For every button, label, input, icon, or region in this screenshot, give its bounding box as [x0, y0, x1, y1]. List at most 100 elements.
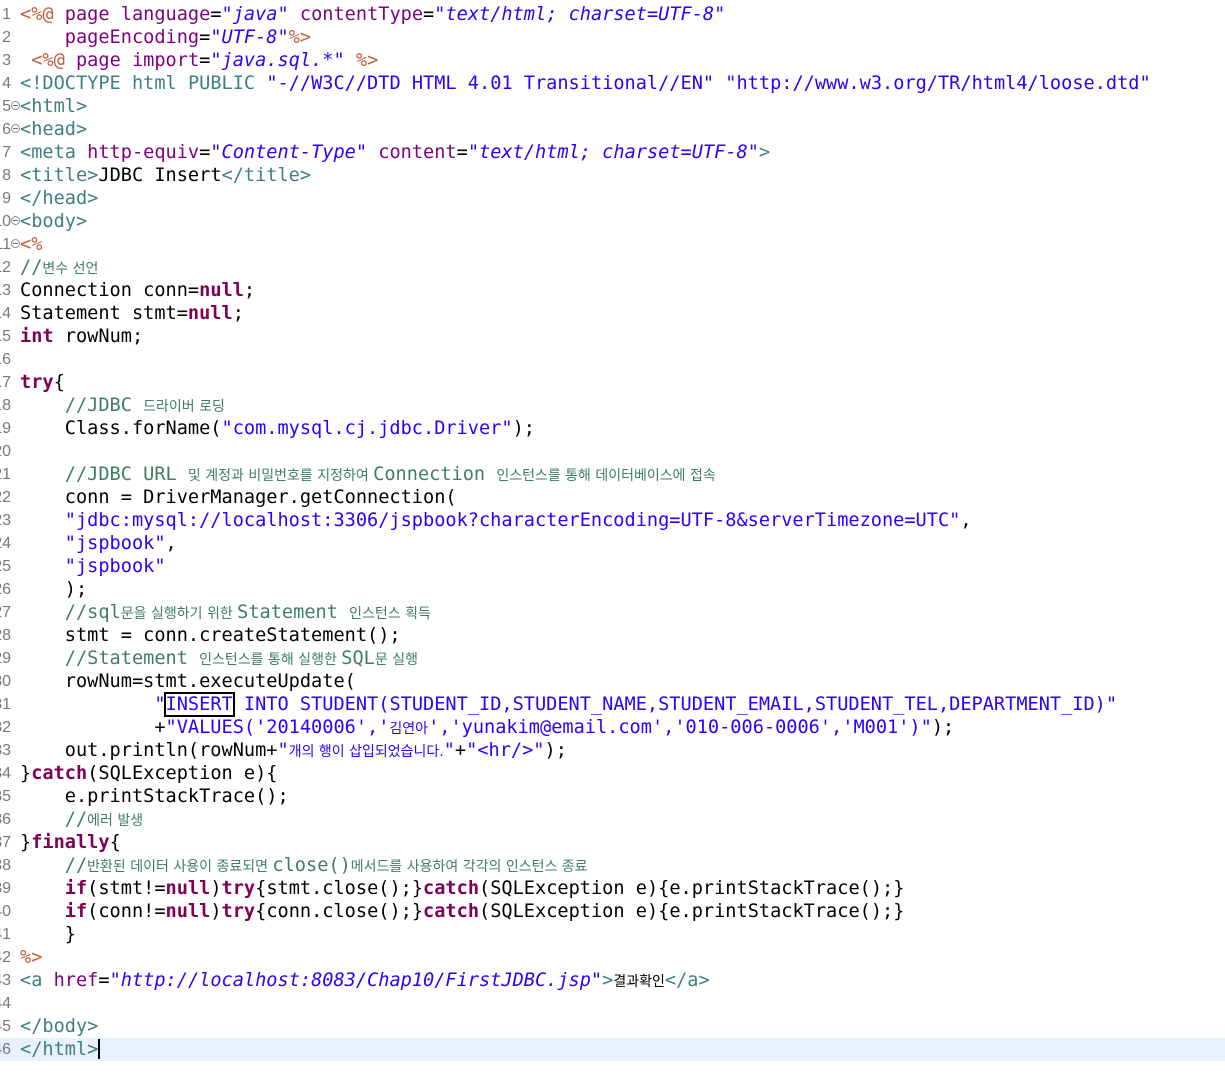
code-line[interactable]: 38 //반환된 데이터 사용이 종료되면 close()메서드를 사용하여 각…	[0, 854, 1225, 877]
code-line[interactable]: 27 //sql문을 실행하기 위한 Statement 인스턴스 획득	[0, 601, 1225, 624]
code-line[interactable]: 35 e.printStackTrace();	[0, 785, 1225, 808]
code-text: +"VALUES('20140006','김연아','yunakim@email…	[20, 716, 954, 739]
code-line[interactable]: 42 %>	[0, 946, 1225, 969]
code-line[interactable]: 20	[0, 440, 1225, 463]
code-token: </html>	[20, 1039, 99, 1060]
code-token: http-equiv	[87, 142, 200, 163]
code-line[interactable]: 17 try{	[0, 371, 1225, 394]
code-line[interactable]: 6 <head>	[0, 118, 1225, 141]
code-token: +	[20, 717, 166, 738]
line-number-gutter: 13	[0, 279, 20, 302]
code-line[interactable]: 34}catch(SQLException e){	[0, 762, 1225, 785]
code-line[interactable]: 8 <title>JDBC Insert</title>	[0, 164, 1225, 187]
code-line[interactable]: 30 rowNum=stmt.executeUpdate(	[0, 670, 1225, 693]
code-line[interactable]: 9 </head>	[0, 187, 1225, 210]
line-number: 3	[2, 52, 11, 69]
code-line[interactable]: 24 "jspbook",	[0, 532, 1225, 555]
code-line[interactable]: 4 <!DOCTYPE html PUBLIC "-//W3C//DTD HTML…	[0, 72, 1225, 95]
line-number-gutter: 12	[0, 256, 20, 279]
line-number-gutter: 18	[0, 394, 20, 417]
line-number: 38	[0, 857, 11, 874]
code-token: =	[456, 142, 468, 163]
fold-collapse-icon[interactable]	[11, 239, 20, 248]
code-line[interactable]: 29 //Statement 인스턴스를 통해 실행한 SQL문 실행	[0, 647, 1225, 670]
code-text: "jdbc:mysql://localhost:3306/jspbook?cha…	[20, 509, 972, 532]
code-token: </body>	[20, 1016, 99, 1037]
code-token: ;	[243, 280, 256, 301]
fold-collapse-icon[interactable]	[11, 124, 20, 133]
code-line[interactable]: 39 if(stmt!=null)try{stmt.close();}catch…	[0, 877, 1225, 900]
code-token: <a	[20, 970, 54, 991]
code-text: int rowNum;	[20, 325, 143, 348]
code-line[interactable]: 15 int rowNum;	[0, 325, 1225, 348]
code-line[interactable]: 40 if(conn!=null)try{conn.close();}catch…	[0, 900, 1225, 923]
code-token: PUBLIC	[187, 73, 267, 94]
code-line[interactable]: 46 </html>	[0, 1038, 1225, 1061]
code-token: href	[53, 970, 99, 991]
code-token: //Statement	[64, 648, 200, 669]
code-line[interactable]: 28 stmt = conn.createStatement();	[0, 624, 1225, 647]
code-line[interactable]: 33 out.println(rowNum+"개의 행이 삽입되었습니다."+"…	[0, 739, 1225, 762]
code-line[interactable]: 23 "jdbc:mysql://localhost:3306/jspbook?…	[0, 509, 1225, 532]
code-line[interactable]: 19 Class.forName("com.mysql.cj.jdbc.Driv…	[0, 417, 1225, 440]
line-number: 17	[0, 374, 11, 391]
line-number: 45	[0, 1018, 11, 1035]
line-number-gutter: 26	[0, 578, 20, 601]
code-line[interactable]: 22 conn = DriverManager.getConnection(	[0, 486, 1225, 509]
code-token: {conn.close();}	[255, 901, 424, 922]
line-number: 5	[2, 98, 11, 115]
fold-collapse-icon[interactable]	[11, 101, 20, 110]
line-number: 23	[0, 512, 11, 529]
code-line[interactable]: 7 <meta http-equiv="Content-Type" content…	[0, 141, 1225, 164]
code-line[interactable]: 13 Connection conn=null;	[0, 279, 1225, 302]
code-line[interactable]: 43 <a href="http://localhost:8083/Chap10/…	[0, 969, 1225, 992]
line-number: 21	[0, 466, 11, 483]
code-token: {	[53, 372, 65, 393]
line-number: 18	[0, 397, 11, 414]
code-line[interactable]: 11 <%	[0, 233, 1225, 256]
code-line[interactable]: 41 }	[0, 923, 1225, 946]
line-number-gutter: 27	[0, 601, 20, 624]
fold-collapse-icon[interactable]	[11, 216, 20, 225]
code-line[interactable]: 2 pageEncoding="UTF-8"%>	[0, 26, 1225, 49]
line-number: 34	[0, 765, 11, 782]
code-token: "	[277, 740, 289, 761]
code-line[interactable]: 3 <%@ page import="java.sql.*" %>	[0, 49, 1225, 72]
code-line[interactable]: 16	[0, 348, 1225, 371]
line-number: 41	[0, 926, 11, 943]
code-token: page	[64, 4, 121, 25]
code-line[interactable]: 25 "jspbook"	[0, 555, 1225, 578]
code-line[interactable]: 44	[0, 992, 1225, 1015]
code-text: "jspbook",	[20, 532, 177, 555]
code-line[interactable]: 45 </body>	[0, 1015, 1225, 1038]
code-editor[interactable]: 1 <%@ page language="java" contentType="t…	[0, 0, 1225, 1075]
code-token: <%@	[20, 4, 65, 25]
code-line[interactable]: 26 );	[0, 578, 1225, 601]
code-text: Class.forName("com.mysql.cj.jdbc.Driver"…	[20, 417, 535, 440]
line-number-gutter: 15	[0, 325, 20, 348]
code-line[interactable]: 36 //에러 발생	[0, 808, 1225, 831]
code-line[interactable]: 18 //JDBC 드라이버 로딩	[0, 394, 1225, 417]
code-text: }finally{	[20, 831, 121, 854]
code-line[interactable]: 5 <html>	[0, 95, 1225, 118]
line-number: 43	[0, 972, 11, 989]
code-token: 드라이버 로딩	[143, 399, 225, 415]
code-line[interactable]: 1 <%@ page language="java" contentType="t…	[0, 3, 1225, 26]
code-line[interactable]: 32 +"VALUES('20140006','김연아','yunakim@em…	[0, 716, 1225, 739]
code-line[interactable]: 31 "INSERT INTO STUDENT(STUDENT_ID,STUDE…	[0, 692, 1225, 717]
code-text: </html>	[20, 1038, 101, 1061]
line-number: 30	[0, 673, 11, 690]
code-line[interactable]: 21 //JDBC URL 및 계정과 비밀번호를 지정하여 Connectio…	[0, 463, 1225, 486]
code-line[interactable]: 10 <body>	[0, 210, 1225, 233]
line-number-gutter: 40	[0, 900, 20, 923]
code-line[interactable]: 37}finally{	[0, 831, 1225, 854]
code-text: //sql문을 실행하기 위한 Statement 인스턴스 획득	[20, 601, 431, 624]
code-line[interactable]: 14 Statement stmt=null;	[0, 302, 1225, 325]
code-text: e.printStackTrace();	[20, 785, 289, 808]
line-number-gutter: 30	[0, 670, 20, 693]
code-line[interactable]: 12 //변수 선언	[0, 256, 1225, 279]
code-token: "-//W3C//DTD HTML 4.01 Transitional//EN"	[266, 73, 715, 94]
